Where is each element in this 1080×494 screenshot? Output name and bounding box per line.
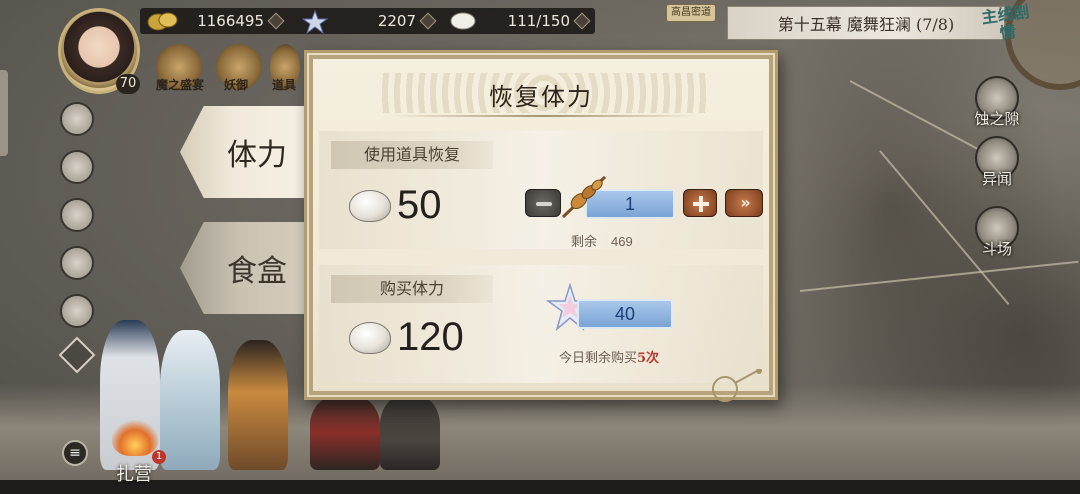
stamina-add-icon[interactable]: [573, 12, 591, 30]
use-item-label: 使用道具恢复: [331, 141, 493, 169]
jade-star-icon: [301, 9, 329, 38]
remaining-label: 剩余: [571, 235, 598, 250]
right-menu-label: 蚀之隙: [974, 110, 1020, 128]
side-menu-icon-5[interactable]: [60, 294, 94, 328]
use-item-cost-value: 50: [397, 183, 442, 227]
coins-resource[interactable]: 1166495: [146, 8, 286, 34]
right-menu-label: 斗场: [981, 240, 1012, 258]
right-menu-arena[interactable]: 斗场: [970, 206, 1024, 259]
rice-ball-icon: [349, 189, 391, 222]
character-figure: [380, 395, 440, 470]
menu-icon[interactable]: ≡: [62, 440, 88, 466]
character-figure: [310, 395, 380, 470]
bottom-bar: [0, 480, 1080, 494]
increase-button[interactable]: [683, 189, 717, 217]
title-divider: [391, 115, 697, 117]
side-menu-icon-chat[interactable]: [60, 246, 94, 280]
restore-stamina-dialog: 恢复体力 使用道具恢复 50 1 » 剩余 469 购买体力 120 40 今日…: [304, 50, 778, 402]
main-story-button[interactable]: 主线剧情: [979, 2, 1034, 50]
max-quantity-button[interactable]: »: [725, 189, 763, 217]
character-figure: [228, 340, 288, 470]
buy-stamina-cost-value: 120: [397, 315, 464, 359]
jade-value: 2207: [377, 12, 416, 30]
stamina-resource[interactable]: 111/150: [446, 8, 592, 34]
right-menu-tales[interactable]: 异闻: [970, 136, 1024, 189]
item-remaining: 剩余 469: [571, 231, 633, 250]
campfire: [112, 420, 158, 456]
right-menu-label: 异闻: [981, 170, 1012, 188]
right-menu-rift[interactable]: 蚀之隙: [970, 76, 1024, 129]
use-item-cost: 50: [349, 183, 442, 228]
stamina-value: 111/150: [507, 12, 570, 30]
skewer-item-icon: [561, 175, 607, 219]
corner-ornament: [712, 369, 762, 402]
tab-stamina[interactable]: 体力: [180, 106, 312, 198]
player-level: 70: [116, 74, 140, 94]
character-figure: [160, 330, 220, 470]
decrease-button[interactable]: [525, 189, 561, 217]
camp-button[interactable]: 扎营: [116, 460, 152, 486]
remaining-value: 469: [611, 234, 633, 249]
quick-label: 魔之盛宴: [156, 78, 205, 92]
side-menu-icon-1[interactable]: [60, 102, 94, 136]
use-item-section: 使用道具恢复 50 1 » 剩余 469: [319, 131, 763, 250]
side-menu-icon-2[interactable]: [60, 150, 94, 184]
rice-ball-icon: [450, 12, 476, 34]
coins-value: 1166495: [197, 12, 264, 30]
dialog-title: 恢复体力: [489, 83, 593, 111]
quick-label: 妖御: [224, 78, 249, 92]
chapter-tag[interactable]: 高昌密道: [666, 4, 716, 22]
jade-resource[interactable]: 2207: [296, 8, 438, 35]
jade-add-icon[interactable]: [419, 12, 437, 30]
side-menu-icon-3[interactable]: [60, 198, 94, 232]
tab-label: 食盒: [227, 254, 287, 289]
buy-quantity-field[interactable]: 40: [577, 299, 673, 329]
tab-food-box[interactable]: 食盒: [180, 222, 312, 314]
coin-icon: [146, 10, 180, 36]
daily-count: 5次: [637, 351, 660, 366]
buy-stamina-cost: 120: [349, 315, 464, 360]
buy-stamina-section: 购买体力 120 40 今日剩余购买5次: [319, 265, 763, 383]
buy-stamina-label: 购买体力: [331, 275, 493, 303]
chapter-title[interactable]: 第十五幕 魔舞狂澜 (7/8): [727, 6, 1005, 40]
rice-ball-icon: [349, 321, 391, 354]
daily-prefix: 今日剩余购买: [559, 351, 638, 366]
camp-notification-badge: 1: [152, 450, 166, 464]
edge-pull-tab[interactable]: [0, 70, 8, 156]
coins-add-icon[interactable]: [267, 12, 285, 30]
daily-purchase-limit: 今日剩余购买5次: [559, 347, 659, 366]
tab-label: 体力: [227, 138, 287, 173]
quick-label: 道具: [272, 78, 297, 92]
